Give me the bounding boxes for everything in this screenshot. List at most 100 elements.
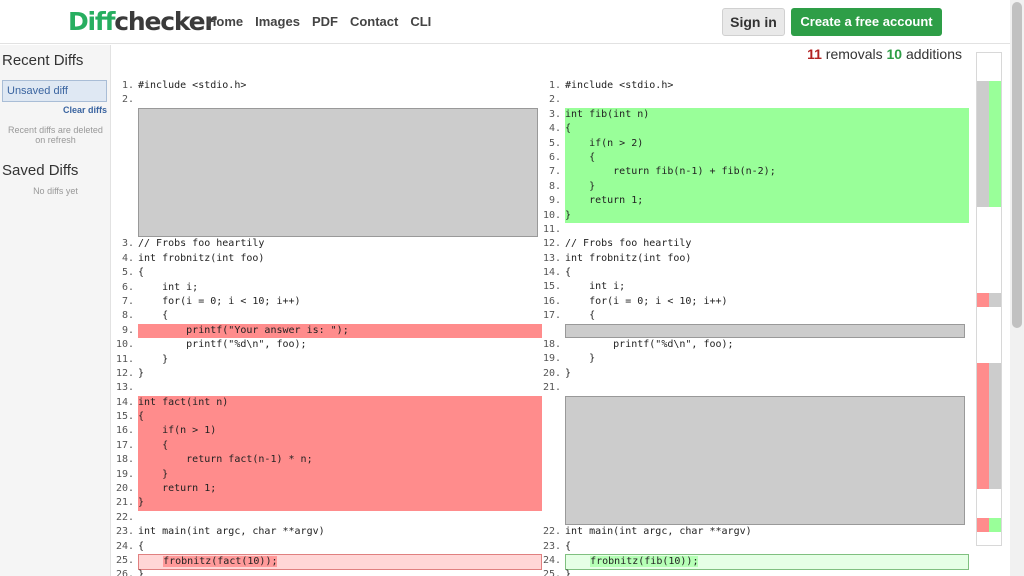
line-code: int fact(int n) xyxy=(138,395,542,411)
diff-line: 15. int i; xyxy=(539,280,969,294)
line-number: 24. xyxy=(542,554,561,566)
line-number: 7. xyxy=(548,166,561,178)
diff-line: 19. } xyxy=(112,467,542,483)
diff-line: 23. int main(int argc, char **argv) xyxy=(112,525,542,539)
line-number: 23. xyxy=(115,526,134,538)
diff-line: 10.} xyxy=(539,208,969,223)
line-number: 14. xyxy=(542,267,561,279)
line-number: 25. xyxy=(115,554,134,566)
line-number: 12. xyxy=(542,238,561,250)
nav-home[interactable]: Home xyxy=(207,14,243,29)
line-number: 1. xyxy=(548,80,561,91)
line-code: } xyxy=(565,208,969,223)
line-code: for(i = 0; i < 10; i++) xyxy=(565,295,728,307)
line-code: } xyxy=(565,179,969,195)
diff-line: 10. printf("%d\n", foo); xyxy=(112,338,542,352)
minimap-right-placeholder xyxy=(989,293,1001,307)
line-number: 21. xyxy=(542,382,561,394)
line-number: 19. xyxy=(542,353,561,365)
diff-line: 24. { xyxy=(112,540,542,554)
line-code: { xyxy=(138,310,169,322)
minimap-right-changed xyxy=(989,518,1001,532)
line-number: 21. xyxy=(115,497,134,509)
line-number: 20. xyxy=(542,367,561,379)
line-number: 18. xyxy=(115,454,134,466)
line-code: for(i = 0; i < 10; i++) xyxy=(138,295,301,307)
line-number: 5. xyxy=(121,267,134,279)
nav-pdf[interactable]: PDF xyxy=(312,14,338,29)
gray-placeholder xyxy=(138,107,538,238)
line-number: 14. xyxy=(115,396,134,408)
line-code: printf("%d\n", foo); xyxy=(138,339,307,351)
line-code: return 1; xyxy=(138,482,542,497)
line-number: 16. xyxy=(115,425,134,437)
line-code: { xyxy=(565,310,596,322)
diff-line: 11. } xyxy=(112,353,542,367)
diff-line: 21. xyxy=(539,381,969,395)
minimap-left-removed-block xyxy=(977,363,989,489)
diff-line: 13. xyxy=(112,381,542,395)
diff-line: 18. return fact(n-1) * n; xyxy=(112,453,542,468)
line-code: } xyxy=(565,367,572,379)
diff-line: 3. // Frobs foo heartily xyxy=(112,237,542,251)
line-number: 18. xyxy=(542,339,561,351)
diff-line: 4. { xyxy=(539,122,969,137)
create-account-button[interactable]: Create a free account xyxy=(791,8,942,36)
line-number: 8. xyxy=(121,310,134,322)
line-number: 11. xyxy=(542,223,561,235)
line-code: int frobnitz(int foo) xyxy=(138,252,265,264)
minimap-right-added xyxy=(989,81,1001,207)
line-number: 2. xyxy=(548,94,561,106)
top-navigation-bar: Diffchecker Home Images PDF Contact CLI … xyxy=(0,0,1010,44)
recent-diffs-note: Recent diffs are deleted on refresh xyxy=(8,125,103,145)
diff-minimap[interactable] xyxy=(976,52,1002,546)
diff-viewer: 1. #include <stdio.h> 2. 3. // Frobs foo hea… xyxy=(112,72,972,576)
line-code: { xyxy=(138,438,542,454)
diff-line: 9. printf("Your answer is: "); xyxy=(112,323,542,339)
page-scrollbar[interactable] xyxy=(1010,0,1024,576)
diff-line: 2. xyxy=(112,93,542,107)
minimap-left-placeholder xyxy=(977,81,989,207)
line-code: if(n > 1) xyxy=(138,424,542,439)
line-code: } xyxy=(138,353,169,365)
diff-line: 20. return 1; xyxy=(112,482,542,497)
nav-contact[interactable]: Contact xyxy=(350,14,398,29)
nav-images[interactable]: Images xyxy=(255,14,300,29)
line-number: 16. xyxy=(542,295,561,307)
right-pane-changed: 1. #include <stdio.h> 2. 3. int fib(int n) 4.… xyxy=(539,79,969,576)
diff-line: 25.} xyxy=(539,568,969,576)
unsaved-diff-item[interactable]: Unsaved diff xyxy=(2,80,107,102)
line-number: 13. xyxy=(542,252,561,264)
clear-diffs-link[interactable]: Clear diffs xyxy=(63,105,107,115)
diff-line: 1. #include <stdio.h> xyxy=(539,79,969,93)
line-code: #include <stdio.h> xyxy=(565,80,674,91)
line-number: 1. xyxy=(121,80,134,91)
diff-line: 7. return fib(n-1) + fib(n-2); xyxy=(539,165,969,180)
line-code: // Frobs foo heartily xyxy=(138,238,265,250)
diff-line: 25. frobnitz(fact(10)); xyxy=(112,553,542,571)
minimap-right-placeholder-block xyxy=(989,363,1001,489)
line-number: 2. xyxy=(121,94,134,106)
nav-cli[interactable]: CLI xyxy=(410,14,431,29)
line-code: { xyxy=(565,150,969,166)
empty-placeholder-block xyxy=(112,107,542,238)
diff-line: 26.} xyxy=(112,568,542,576)
line-code: #include <stdio.h> xyxy=(138,80,247,91)
scrollbar-thumb[interactable] xyxy=(1012,2,1022,328)
diff-line: 8. { xyxy=(112,309,542,323)
line-number: 4. xyxy=(121,252,134,264)
line-code: } xyxy=(138,367,145,379)
diffchecker-logo[interactable]: Diffchecker xyxy=(68,7,217,36)
diff-line: 15. { xyxy=(112,410,542,425)
line-number: 10. xyxy=(542,209,561,221)
line-number: 12. xyxy=(115,367,134,379)
diff-line: 8. } xyxy=(539,179,969,195)
line-number: 23. xyxy=(542,540,561,552)
sign-in-button[interactable]: Sign in xyxy=(722,8,785,36)
changed-token: frobnitz(fib(10)); xyxy=(590,555,699,567)
line-code: int frobnitz(int foo) xyxy=(565,252,692,264)
line-number: 10. xyxy=(115,339,134,351)
removals-count: 11 xyxy=(807,46,822,62)
diff-line: 20.} xyxy=(539,367,969,381)
empty-placeholder-block xyxy=(539,323,969,339)
